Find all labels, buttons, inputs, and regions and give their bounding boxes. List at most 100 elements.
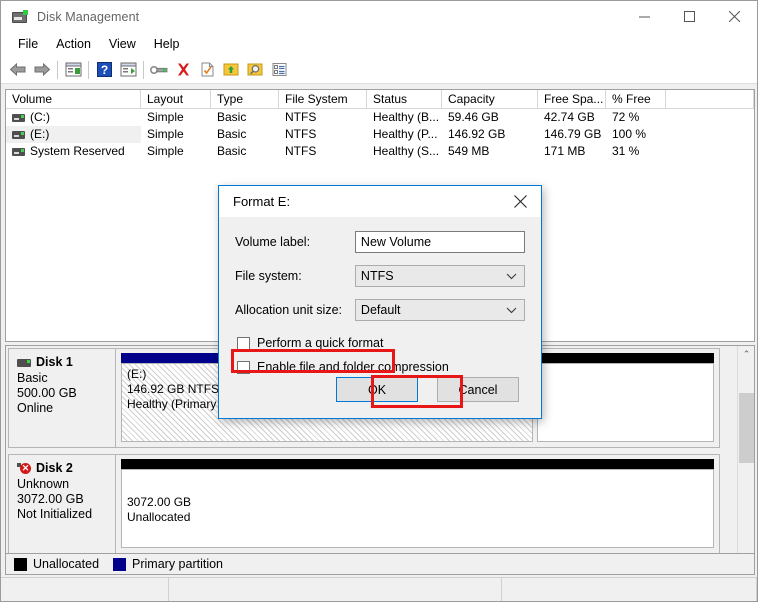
table-row[interactable]: (C:) Simple Basic NTFS Healthy (B... 59.… <box>6 109 754 126</box>
back-icon[interactable] <box>6 58 30 82</box>
status-cell-1 <box>1 578 169 601</box>
column-header-free-space[interactable]: Free Spa... <box>538 90 606 108</box>
scrollbar-thumb[interactable] <box>739 393 754 463</box>
cell-type: Basic <box>217 144 247 158</box>
disk-name: Disk 2 <box>36 461 73 475</box>
menu-file[interactable]: File <box>9 34 47 54</box>
column-header-file-system[interactable]: File System <box>279 90 367 108</box>
column-header-blank[interactable] <box>666 90 754 108</box>
list-view-icon[interactable] <box>267 58 291 82</box>
close-icon[interactable] <box>499 186 541 217</box>
allocation-unit-size-value: Default <box>360 303 401 317</box>
disk-online-icon <box>17 358 31 367</box>
column-header-layout[interactable]: Layout <box>141 90 211 108</box>
legend-item-unallocated: Unallocated <box>14 557 99 571</box>
checkbox-row-compression[interactable]: Enable file and folder compression <box>237 357 525 377</box>
field-row-allocation-unit-size: Allocation unit size: Default <box>235 299 525 321</box>
chevron-down-icon <box>506 266 517 286</box>
ok-button[interactable]: OK <box>336 377 418 402</box>
show-hide-action-pane-icon[interactable] <box>116 58 140 82</box>
show-hide-console-tree-icon[interactable] <box>61 58 85 82</box>
menu-view[interactable]: View <box>100 34 145 54</box>
disk-row-disk-2[interactable]: ✕ Disk 2 Unknown 3072.00 GB Not Initiali… <box>8 454 720 554</box>
properties-icon[interactable] <box>147 58 171 82</box>
volume-icon <box>12 147 25 156</box>
legend-label-primary: Primary partition <box>132 557 224 571</box>
disk-info-disk-1[interactable]: Disk 1 Basic 500.00 GB Online <box>8 348 116 448</box>
disk-title-disk-1: Disk 1 <box>17 355 115 369</box>
menu-help[interactable]: Help <box>145 34 189 54</box>
legend-swatch-primary <box>113 557 127 571</box>
disk-view-scrollbar[interactable]: ⌃ ⌄ <box>737 346 754 562</box>
cell-status: Healthy (B... <box>373 110 440 124</box>
disk-name: Disk 1 <box>36 355 73 369</box>
window-title: Disk Management <box>37 9 140 24</box>
allocation-unit-size-select[interactable]: Default <box>354 299 525 321</box>
cancel-button[interactable]: Cancel <box>437 377 519 402</box>
checkbox-row-quick-format[interactable]: Perform a quick format <box>237 333 525 353</box>
partition-unallocated-disk-1[interactable] <box>537 353 714 442</box>
partition-color-bar <box>537 353 714 363</box>
maximize-button[interactable] <box>667 1 712 32</box>
disk-partitions-disk-2: 3072.00 GB Unallocated <box>116 454 720 554</box>
column-header-type[interactable]: Type <box>211 90 279 108</box>
disk-error-icon: ✕ <box>17 462 31 474</box>
format-dialog: Format E: Volume label: New Volume File … <box>218 185 542 419</box>
menu-action[interactable]: Action <box>47 34 100 54</box>
partition-status: Unallocated <box>127 510 191 524</box>
cell-type: Basic <box>217 127 247 141</box>
dialog-body: Volume label: New Volume File system: NT… <box>219 217 541 377</box>
close-button[interactable] <box>712 1 757 32</box>
partition-unallocated-disk-2[interactable]: 3072.00 GB Unallocated <box>121 459 714 548</box>
toolbar-separator <box>143 60 144 79</box>
cell-type: Basic <box>217 110 247 124</box>
volume-label-input[interactable]: New Volume <box>354 231 525 253</box>
delete-icon[interactable] <box>171 58 195 82</box>
new-task-icon[interactable] <box>195 58 219 82</box>
disk-size: 500.00 GB <box>17 386 77 400</box>
column-header-volume[interactable]: Volume <box>6 90 141 108</box>
quick-format-checkbox[interactable] <box>237 336 250 350</box>
partition-color-bar <box>121 459 714 469</box>
cell-percent-free: 31 % <box>612 144 640 158</box>
cell-status: Healthy (P... <box>373 127 438 141</box>
scroll-up-icon[interactable]: ⌃ <box>738 346 754 363</box>
cell-percent-free: 100 % <box>612 127 647 141</box>
partition-size: 3072.00 GB <box>127 495 192 509</box>
rescan-disks-icon[interactable] <box>219 58 243 82</box>
disk-info-disk-2[interactable]: ✕ Disk 2 Unknown 3072.00 GB Not Initiali… <box>8 454 116 554</box>
status-cell-3 <box>502 578 757 601</box>
forward-icon[interactable] <box>30 58 54 82</box>
minimize-button[interactable] <box>622 1 667 32</box>
cell-status: Healthy (S... <box>373 144 440 158</box>
file-system-select[interactable]: NTFS <box>354 265 525 287</box>
legend-item-primary-partition: Primary partition <box>113 557 223 571</box>
compression-checkbox[interactable] <box>237 360 250 374</box>
disk-state: Online <box>17 401 54 415</box>
label-allocation-unit-size: Allocation unit size: <box>235 303 343 317</box>
volume-icon <box>12 113 25 122</box>
cell-layout: Simple <box>147 110 184 124</box>
table-row[interactable]: (E:) Simple Basic NTFS Healthy (P... 146… <box>6 126 754 143</box>
toolbar-separator <box>88 60 89 79</box>
cell-capacity: 146.92 GB <box>448 127 506 141</box>
column-header-percent-free[interactable]: % Free <box>606 90 666 108</box>
partition-body: 3072.00 GB Unallocated <box>121 469 714 548</box>
column-header-capacity[interactable]: Capacity <box>442 90 538 108</box>
disk-state: Not Initialized <box>17 507 93 521</box>
column-header-status[interactable]: Status <box>367 90 442 108</box>
search-icon[interactable] <box>243 58 267 82</box>
cell-file-system: NTFS <box>285 127 317 141</box>
help-icon[interactable]: ? <box>92 58 116 82</box>
cell-volume: (E:) <box>30 127 50 141</box>
chevron-down-icon <box>506 300 517 320</box>
disk-type: Basic <box>17 371 48 385</box>
cell-file-system: NTFS <box>285 144 317 158</box>
svg-text:?: ? <box>100 63 107 77</box>
disk-title-disk-2: ✕ Disk 2 <box>17 461 115 475</box>
cell-layout: Simple <box>147 144 184 158</box>
cell-percent-free: 72 % <box>612 110 640 124</box>
table-row[interactable]: System Reserved Simple Basic NTFS Health… <box>6 143 754 160</box>
field-row-volume-label: Volume label: New Volume <box>235 231 525 253</box>
cell-free-space: 171 MB <box>544 144 586 158</box>
